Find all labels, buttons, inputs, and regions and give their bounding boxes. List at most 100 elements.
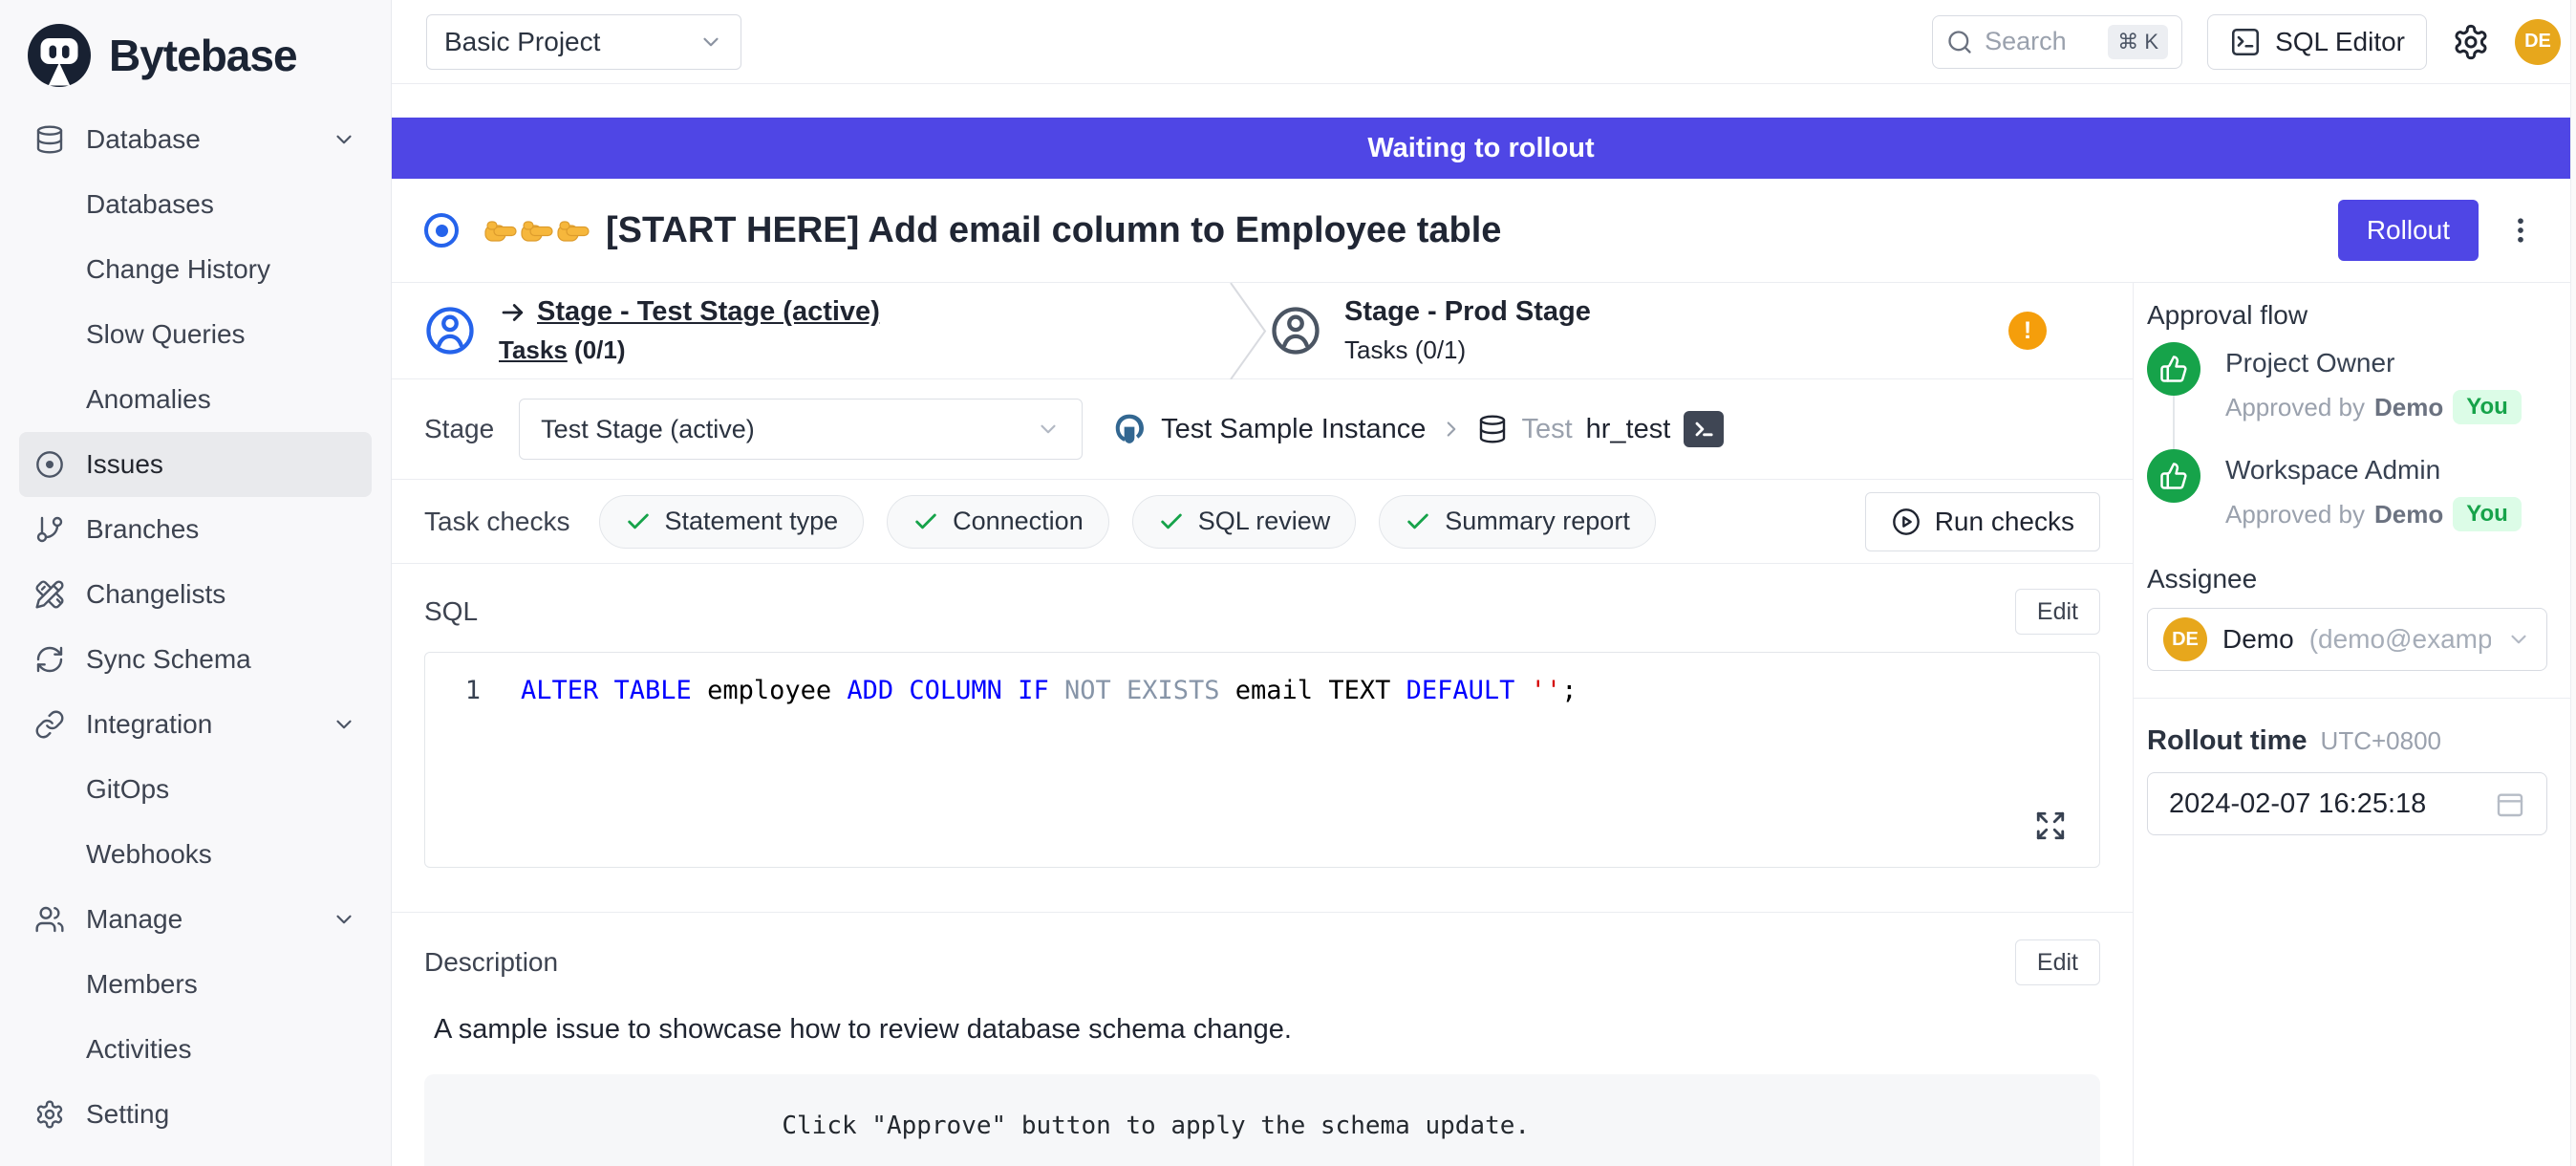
rollout-time-header: Rollout time UTC+0800 bbox=[2147, 725, 2547, 757]
approval-steps: Project OwnerApproved byDemoYouWorkspace… bbox=[2147, 342, 2547, 545]
sidebar-item-anomalies[interactable]: Anomalies bbox=[19, 367, 372, 432]
sql-section-title: SQL bbox=[424, 596, 478, 627]
sidebar-item-slow-queries[interactable]: Slow Queries bbox=[19, 302, 372, 367]
task-check-connection[interactable]: Connection bbox=[887, 495, 1109, 549]
sidebar-item-gitops[interactable]: GitOps bbox=[19, 757, 372, 822]
project-select[interactable]: Basic Project bbox=[426, 14, 741, 70]
kebab-menu-icon[interactable] bbox=[2503, 213, 2538, 248]
sidebar-item-issues[interactable]: Issues bbox=[19, 432, 372, 497]
sidebar-item-label: Sync Schema bbox=[86, 644, 251, 675]
hand-point-icon bbox=[556, 213, 590, 248]
stage-separator bbox=[1230, 283, 1268, 379]
sidebar-item-change-history[interactable]: Change History bbox=[19, 237, 372, 302]
task-check-label: Statement type bbox=[665, 507, 839, 536]
database-breadcrumb: Test Sample Instance Test hr_test bbox=[1111, 411, 1724, 447]
chevron-down-icon bbox=[698, 30, 723, 54]
stage-select[interactable]: Test Stage (active) bbox=[519, 399, 1083, 460]
user-avatar[interactable]: DE bbox=[2515, 19, 2561, 65]
topbar: Basic Project Search ⌘ K SQL Editor DE bbox=[392, 0, 2576, 84]
stage-test-tasks-link[interactable]: Tasks bbox=[499, 335, 568, 364]
stage-prod-tasks-link[interactable]: Tasks bbox=[1344, 335, 1407, 364]
terminal-icon bbox=[1690, 416, 1717, 443]
sidebar-item-database[interactable]: Database bbox=[19, 107, 372, 172]
rollout-time-input[interactable]: 2024-02-07 16:25:18 bbox=[2147, 772, 2547, 835]
sidebar-item-setting[interactable]: Setting bbox=[19, 1082, 372, 1147]
calendar-icon[interactable] bbox=[2495, 788, 2525, 819]
sidebar-item-activities[interactable]: Activities bbox=[19, 1017, 372, 1082]
description-section: Description Edit A sample issue to showc… bbox=[392, 913, 2133, 1166]
brand-name: Bytebase bbox=[109, 30, 297, 81]
stage-bar-label: Stage bbox=[424, 414, 494, 444]
assignee-label: Assignee bbox=[2147, 564, 2547, 594]
sql-edit-button[interactable]: Edit bbox=[2015, 589, 2100, 635]
arrow-right-icon bbox=[499, 298, 527, 327]
sidebar-item-manage[interactable]: Manage bbox=[19, 887, 372, 952]
issues-icon bbox=[34, 449, 65, 480]
rollout-button[interactable]: Rollout bbox=[2338, 200, 2479, 261]
chevron-down-icon bbox=[2506, 627, 2531, 652]
expand-icon[interactable] bbox=[2034, 810, 2067, 842]
line-number: 1 bbox=[425, 676, 521, 705]
open-sql-editor-badge[interactable] bbox=[1684, 411, 1724, 447]
chevron-down-icon bbox=[332, 127, 356, 152]
sidebar-item-label: Change History bbox=[86, 254, 270, 285]
sql-token: ; bbox=[1561, 676, 1577, 705]
stage-test-name[interactable]: Stage - Test Stage (active) bbox=[537, 296, 880, 328]
approval-step-text: Project OwnerApproved byDemoYou bbox=[2225, 342, 2522, 449]
postgresql-icon bbox=[1111, 411, 1148, 447]
you-badge: You bbox=[2453, 497, 2522, 531]
you-badge: You bbox=[2453, 390, 2522, 424]
assignee-name: Demo bbox=[2222, 624, 2294, 655]
sidebar-item-label: Issues bbox=[86, 449, 163, 480]
stage-test[interactable]: Stage - Test Stage (active) Tasks (0/1) bbox=[392, 283, 1230, 378]
project-select-value: Basic Project bbox=[444, 27, 600, 57]
sidebar-item-label: Branches bbox=[86, 514, 199, 545]
sync-icon bbox=[34, 644, 65, 675]
warning-badge: ! bbox=[2008, 312, 2047, 350]
sidebar-item-sync-schema[interactable]: Sync Schema bbox=[19, 627, 372, 692]
user-circle-icon bbox=[1270, 305, 1321, 356]
sidebar-item-label: Changelists bbox=[86, 579, 225, 610]
sidebar-item-databases[interactable]: Databases bbox=[19, 172, 372, 237]
description-edit-button[interactable]: Edit bbox=[2015, 939, 2100, 985]
task-check-label: SQL review bbox=[1198, 507, 1331, 536]
issue-title-row: [START HERE] Add email column to Employe… bbox=[392, 179, 2570, 283]
sidebar-item-changelists[interactable]: Changelists bbox=[19, 562, 372, 627]
sql-token: DEFAULT bbox=[1406, 676, 1515, 705]
stage-prod-name[interactable]: Stage - Prod Stage bbox=[1344, 296, 1591, 328]
stages-strip: Stage - Test Stage (active) Tasks (0/1) … bbox=[392, 283, 2133, 379]
description-code-block: Click "Approve" button to apply the sche… bbox=[424, 1074, 2100, 1166]
task-check-summary-report[interactable]: Summary report bbox=[1379, 495, 1656, 549]
approval-step: Project OwnerApproved byDemoYou bbox=[2147, 342, 2547, 449]
sql-code-editor[interactable]: 1 ALTER TABLE employee ADD COLUMN IF NOT… bbox=[424, 652, 2100, 868]
assignee-select[interactable]: DE Demo (demo@example bbox=[2147, 608, 2547, 671]
page-scrollbar[interactable] bbox=[2570, 0, 2576, 1166]
instance-link[interactable]: Test Sample Instance bbox=[1161, 414, 1426, 445]
sidebar-item-members[interactable]: Members bbox=[19, 952, 372, 1017]
panel-divider bbox=[2134, 698, 2570, 699]
check-icon bbox=[912, 508, 939, 535]
thumbs-up-icon bbox=[2159, 462, 2188, 490]
settings-gear-icon[interactable] bbox=[2452, 23, 2490, 61]
stage-prod[interactable]: Stage - Prod Stage Tasks (0/1) ! bbox=[1230, 283, 2133, 378]
approval-step-indicator bbox=[2147, 449, 2200, 545]
task-check-statement-type[interactable]: Statement type bbox=[599, 495, 865, 549]
task-check-sql-review[interactable]: SQL review bbox=[1132, 495, 1357, 549]
sidebar-item-branches[interactable]: Branches bbox=[19, 497, 372, 562]
run-checks-button[interactable]: Run checks bbox=[1865, 492, 2100, 551]
assignee-avatar: DE bbox=[2163, 617, 2207, 661]
search-placeholder: Search bbox=[1985, 27, 2067, 56]
brand-logo[interactable]: Bytebase bbox=[19, 0, 372, 107]
sidebar-item-webhooks[interactable]: Webhooks bbox=[19, 822, 372, 887]
sql-token: NOT EXISTS bbox=[1064, 676, 1220, 705]
database-link[interactable]: hr_test bbox=[1586, 414, 1671, 445]
search-shortcut-badge: ⌘ K bbox=[2108, 25, 2168, 59]
bytebase-app: Bytebase DatabaseDatabases Change History… bbox=[0, 0, 2576, 1166]
stage-bar: Stage Test Stage (active) Test Sample In… bbox=[392, 379, 2133, 480]
sql-editor-button[interactable]: SQL Editor bbox=[2207, 14, 2427, 70]
status-banner: Waiting to rollout bbox=[392, 118, 2570, 179]
users-icon bbox=[34, 904, 65, 935]
changelist-icon bbox=[34, 579, 65, 610]
search-input[interactable]: Search ⌘ K bbox=[1932, 15, 2182, 69]
sidebar-item-integration[interactable]: Integration bbox=[19, 692, 372, 757]
